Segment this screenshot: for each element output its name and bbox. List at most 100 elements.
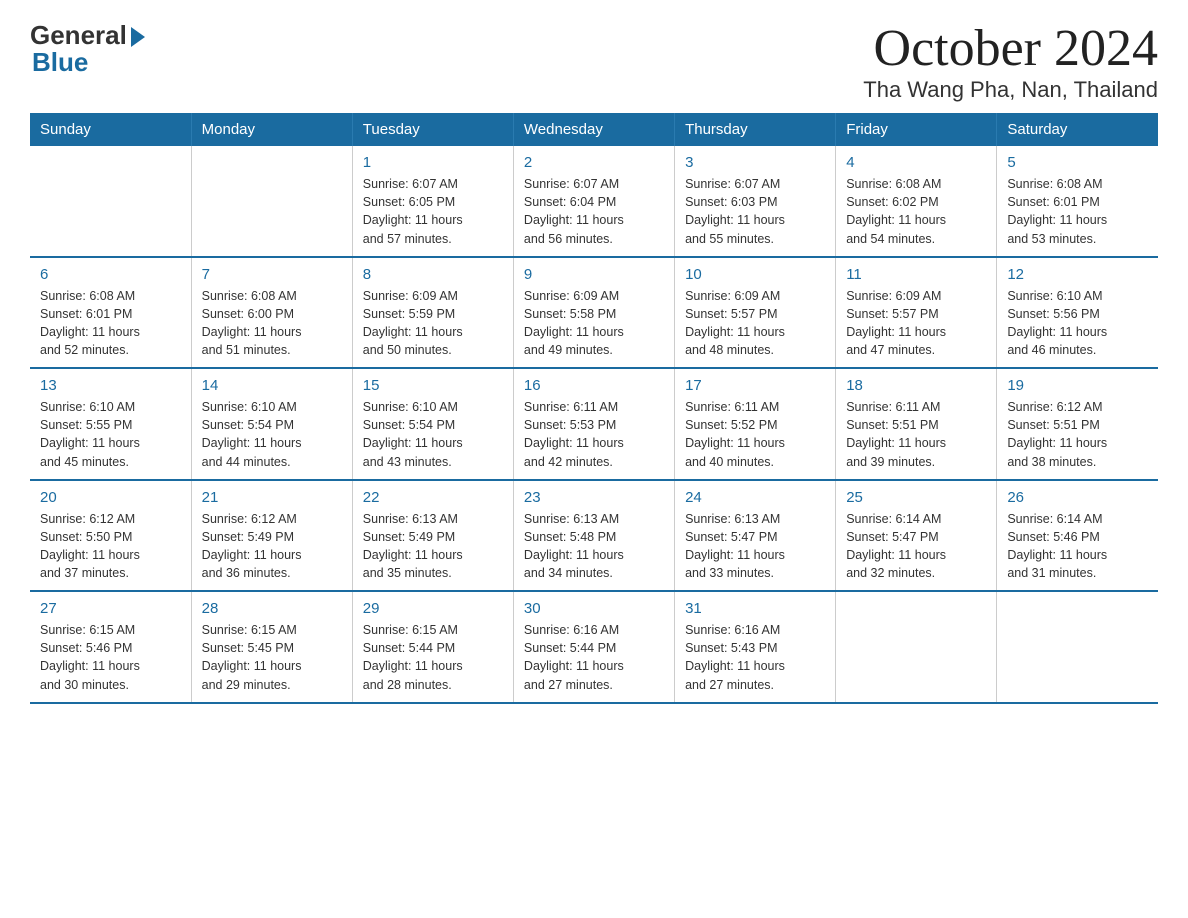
day-info: Sunrise: 6:10 AMSunset: 5:54 PMDaylight:…	[202, 398, 342, 471]
day-number: 15	[363, 377, 503, 394]
day-number: 7	[202, 266, 342, 283]
day-number: 17	[685, 377, 825, 394]
day-number: 22	[363, 489, 503, 506]
day-info: Sunrise: 6:09 AMSunset: 5:58 PMDaylight:…	[524, 287, 664, 360]
calendar-cell: 20Sunrise: 6:12 AMSunset: 5:50 PMDayligh…	[30, 480, 191, 592]
calendar-cell: 26 Sunrise: 6:14 AMSunset: 5:46 PMDayligh…	[997, 480, 1158, 592]
header-tuesday: Tuesday	[352, 113, 513, 146]
calendar-cell: 4 Sunrise: 6:08 AMSunset: 6:02 PMDaylight…	[836, 146, 997, 257]
logo-blue-text: Blue	[30, 47, 88, 78]
calendar-header: SundayMondayTuesdayWednesdayThursdayFrid…	[30, 113, 1158, 146]
day-info: Sunrise: 6:07 AMSunset: 6:05 PMDaylight:…	[363, 175, 503, 248]
calendar-cell: 13 Sunrise: 6:10 AMSunset: 5:55 PMDayligh…	[30, 368, 191, 480]
calendar-cell: 30 Sunrise: 6:16 AMSunset: 5:44 PMDayligh…	[513, 591, 674, 703]
month-title: October 2024	[863, 20, 1158, 77]
calendar-cell: 7 Sunrise: 6:08 AMSunset: 6:00 PMDaylight…	[191, 257, 352, 369]
day-number: 25	[846, 489, 986, 506]
header-row: SundayMondayTuesdayWednesdayThursdayFrid…	[30, 113, 1158, 146]
calendar-table: SundayMondayTuesdayWednesdayThursdayFrid…	[30, 113, 1158, 704]
day-info: Sunrise: 6:09 AMSunset: 5:57 PMDaylight:…	[846, 287, 986, 360]
day-info: Sunrise: 6:15 AMSunset: 5:45 PMDaylight:…	[202, 621, 342, 694]
day-info: Sunrise: 6:14 AMSunset: 5:46 PMDaylight:…	[1007, 510, 1148, 583]
day-number: 3	[685, 154, 825, 171]
title-area: October 2024 Tha Wang Pha, Nan, Thailand	[863, 20, 1158, 103]
day-info: Sunrise: 6:15 AMSunset: 5:46 PMDaylight:…	[40, 621, 181, 694]
week-row-4: 20Sunrise: 6:12 AMSunset: 5:50 PMDayligh…	[30, 480, 1158, 592]
calendar-cell: 24 Sunrise: 6:13 AMSunset: 5:47 PMDayligh…	[675, 480, 836, 592]
day-info: Sunrise: 6:12 AMSunset: 5:51 PMDaylight:…	[1007, 398, 1148, 471]
day-number: 9	[524, 266, 664, 283]
day-number: 14	[202, 377, 342, 394]
day-info: Sunrise: 6:11 AMSunset: 5:53 PMDaylight:…	[524, 398, 664, 471]
day-number: 26	[1007, 489, 1148, 506]
header-friday: Friday	[836, 113, 997, 146]
day-number: 27	[40, 600, 181, 617]
calendar-cell: 21 Sunrise: 6:12 AMSunset: 5:49 PMDayligh…	[191, 480, 352, 592]
day-number: 29	[363, 600, 503, 617]
day-info: Sunrise: 6:09 AMSunset: 5:59 PMDaylight:…	[363, 287, 503, 360]
calendar-cell: 9 Sunrise: 6:09 AMSunset: 5:58 PMDaylight…	[513, 257, 674, 369]
day-info: Sunrise: 6:10 AMSunset: 5:54 PMDaylight:…	[363, 398, 503, 471]
day-info: Sunrise: 6:15 AMSunset: 5:44 PMDaylight:…	[363, 621, 503, 694]
day-info: Sunrise: 6:13 AMSunset: 5:48 PMDaylight:…	[524, 510, 664, 583]
day-number: 1	[363, 154, 503, 171]
day-info: Sunrise: 6:13 AMSunset: 5:47 PMDaylight:…	[685, 510, 825, 583]
logo-arrow-icon	[131, 27, 145, 47]
calendar-body: 1 Sunrise: 6:07 AMSunset: 6:05 PMDaylight…	[30, 146, 1158, 703]
day-number: 24	[685, 489, 825, 506]
calendar-cell: 16Sunrise: 6:11 AMSunset: 5:53 PMDayligh…	[513, 368, 674, 480]
day-info: Sunrise: 6:07 AMSunset: 6:03 PMDaylight:…	[685, 175, 825, 248]
location-subtitle: Tha Wang Pha, Nan, Thailand	[863, 77, 1158, 103]
day-info: Sunrise: 6:09 AMSunset: 5:57 PMDaylight:…	[685, 287, 825, 360]
day-number: 8	[363, 266, 503, 283]
week-row-3: 13 Sunrise: 6:10 AMSunset: 5:55 PMDayligh…	[30, 368, 1158, 480]
week-row-1: 1 Sunrise: 6:07 AMSunset: 6:05 PMDaylight…	[30, 146, 1158, 257]
calendar-cell: 8 Sunrise: 6:09 AMSunset: 5:59 PMDaylight…	[352, 257, 513, 369]
calendar-cell: 10 Sunrise: 6:09 AMSunset: 5:57 PMDayligh…	[675, 257, 836, 369]
day-info: Sunrise: 6:12 AMSunset: 5:49 PMDaylight:…	[202, 510, 342, 583]
day-number: 30	[524, 600, 664, 617]
day-number: 2	[524, 154, 664, 171]
day-info: Sunrise: 6:10 AMSunset: 5:56 PMDaylight:…	[1007, 287, 1148, 360]
calendar-cell: 12 Sunrise: 6:10 AMSunset: 5:56 PMDayligh…	[997, 257, 1158, 369]
day-number: 12	[1007, 266, 1148, 283]
calendar-cell: 3 Sunrise: 6:07 AMSunset: 6:03 PMDaylight…	[675, 146, 836, 257]
day-number: 20	[40, 489, 181, 506]
day-info: Sunrise: 6:08 AMSunset: 6:02 PMDaylight:…	[846, 175, 986, 248]
day-number: 13	[40, 377, 181, 394]
week-row-5: 27 Sunrise: 6:15 AMSunset: 5:46 PMDayligh…	[30, 591, 1158, 703]
header-wednesday: Wednesday	[513, 113, 674, 146]
calendar-cell: 18Sunrise: 6:11 AMSunset: 5:51 PMDayligh…	[836, 368, 997, 480]
calendar-cell	[836, 591, 997, 703]
day-number: 28	[202, 600, 342, 617]
calendar-cell: 14 Sunrise: 6:10 AMSunset: 5:54 PMDayligh…	[191, 368, 352, 480]
calendar-cell: 31 Sunrise: 6:16 AMSunset: 5:43 PMDayligh…	[675, 591, 836, 703]
day-info: Sunrise: 6:08 AMSunset: 6:01 PMDaylight:…	[1007, 175, 1148, 248]
calendar-cell: 2 Sunrise: 6:07 AMSunset: 6:04 PMDaylight…	[513, 146, 674, 257]
day-info: Sunrise: 6:14 AMSunset: 5:47 PMDaylight:…	[846, 510, 986, 583]
day-info: Sunrise: 6:10 AMSunset: 5:55 PMDaylight:…	[40, 398, 181, 471]
day-number: 31	[685, 600, 825, 617]
page-header: General Blue October 2024 Tha Wang Pha, …	[30, 20, 1158, 103]
calendar-cell: 27 Sunrise: 6:15 AMSunset: 5:46 PMDayligh…	[30, 591, 191, 703]
day-number: 21	[202, 489, 342, 506]
day-number: 19	[1007, 377, 1148, 394]
day-info: Sunrise: 6:16 AMSunset: 5:44 PMDaylight:…	[524, 621, 664, 694]
week-row-2: 6Sunrise: 6:08 AMSunset: 6:01 PMDaylight…	[30, 257, 1158, 369]
day-number: 6	[40, 266, 181, 283]
day-number: 4	[846, 154, 986, 171]
day-info: Sunrise: 6:08 AMSunset: 6:00 PMDaylight:…	[202, 287, 342, 360]
calendar-cell: 11Sunrise: 6:09 AMSunset: 5:57 PMDayligh…	[836, 257, 997, 369]
calendar-cell: 22Sunrise: 6:13 AMSunset: 5:49 PMDayligh…	[352, 480, 513, 592]
calendar-cell: 23Sunrise: 6:13 AMSunset: 5:48 PMDayligh…	[513, 480, 674, 592]
day-info: Sunrise: 6:16 AMSunset: 5:43 PMDaylight:…	[685, 621, 825, 694]
day-info: Sunrise: 6:11 AMSunset: 5:51 PMDaylight:…	[846, 398, 986, 471]
day-number: 5	[1007, 154, 1148, 171]
day-info: Sunrise: 6:07 AMSunset: 6:04 PMDaylight:…	[524, 175, 664, 248]
calendar-cell: 19 Sunrise: 6:12 AMSunset: 5:51 PMDayligh…	[997, 368, 1158, 480]
calendar-cell	[997, 591, 1158, 703]
calendar-cell: 29 Sunrise: 6:15 AMSunset: 5:44 PMDayligh…	[352, 591, 513, 703]
calendar-cell: 25 Sunrise: 6:14 AMSunset: 5:47 PMDayligh…	[836, 480, 997, 592]
day-number: 10	[685, 266, 825, 283]
header-thursday: Thursday	[675, 113, 836, 146]
